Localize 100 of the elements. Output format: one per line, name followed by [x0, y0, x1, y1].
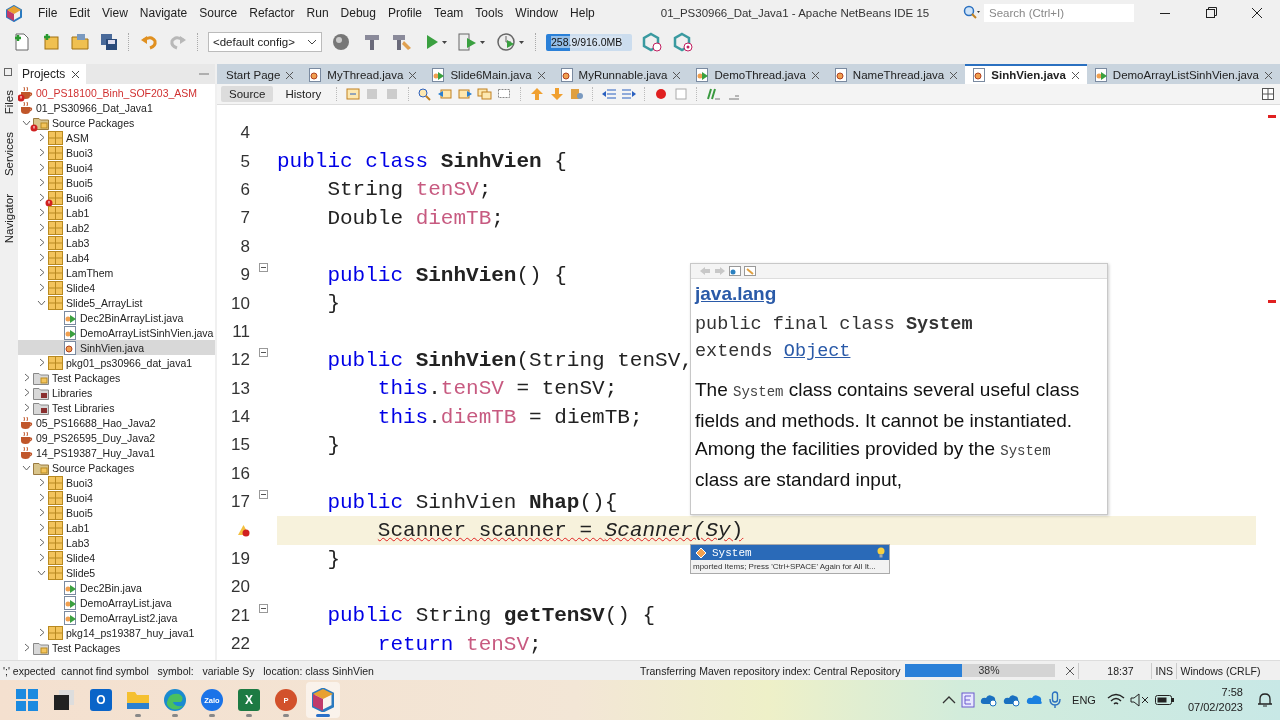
superclass-link[interactable]: Object [783, 341, 851, 362]
find-next-icon[interactable] [457, 87, 474, 101]
microphone-icon[interactable] [1049, 691, 1062, 709]
new-file-icon[interactable] [12, 32, 32, 52]
battery-icon[interactable] [1154, 694, 1175, 706]
side-tab[interactable]: Services [3, 128, 15, 181]
new-project-icon[interactable] [41, 32, 61, 52]
menu-item[interactable]: View [96, 6, 134, 20]
memory-indicator[interactable]: 258.9/916.0MB [546, 33, 632, 51]
tree-item[interactable]: Buoi3 [18, 475, 215, 490]
tree-item[interactable]: Lab1 [18, 205, 215, 220]
tree-item[interactable]: DemoArrayListSinhVien.java [18, 325, 215, 340]
close-icon[interactable] [71, 69, 81, 79]
debug-icon[interactable] [457, 32, 487, 52]
tree-item[interactable]: LamThem [18, 265, 215, 280]
tree-item[interactable]: Buoi4 [18, 490, 215, 505]
tree-item[interactable]: Source Packages [18, 115, 215, 130]
menu-item[interactable]: File [32, 6, 64, 20]
close-icon[interactable] [536, 70, 546, 80]
fold-icon[interactable] [259, 262, 268, 272]
tree-item[interactable]: Lab1 [18, 520, 215, 535]
tree-item[interactable]: 14_PS19387_Huy_Java1 [18, 445, 215, 460]
tree-item[interactable]: Test Packages [18, 640, 215, 655]
tree-item[interactable]: Buoi4 [18, 160, 215, 175]
tree-item[interactable]: Lab3 [18, 535, 215, 550]
editor-tab[interactable]: MyThread.java [301, 66, 425, 84]
menu-item[interactable]: Refactor [243, 6, 301, 20]
tree-item[interactable]: 09_PS26595_Duy_Java2 [18, 430, 215, 445]
profile-clock-icon[interactable] [641, 32, 663, 52]
editor-tab[interactable]: MyRunnable.java [552, 66, 689, 84]
completion-item[interactable]: System [691, 545, 889, 560]
menu-item[interactable]: Tools [469, 6, 510, 20]
close-icon[interactable] [949, 70, 959, 80]
shift-right-icon[interactable] [621, 87, 638, 101]
restore-window-icon[interactable] [4, 66, 14, 76]
shift-left-icon[interactable] [601, 87, 618, 101]
editor-tab[interactable]: DemoArrayListSinhVien.java [1086, 66, 1280, 84]
cancel-icon[interactable] [1065, 665, 1076, 676]
wifi-icon[interactable] [1106, 693, 1125, 707]
package-link[interactable]: java.lang [695, 283, 777, 304]
cloud-sync-icon[interactable] [980, 693, 999, 707]
toggle-highlight-icon[interactable] [477, 87, 494, 101]
tree-item[interactable]: ASM [18, 130, 215, 145]
language-indicator[interactable]: ENG [1072, 694, 1096, 706]
close-icon[interactable] [1070, 70, 1080, 80]
open-folder-icon[interactable] [70, 32, 90, 52]
tree-item[interactable]: Buoi3 [18, 145, 215, 160]
cloud-icon[interactable] [1026, 693, 1045, 707]
search-icon[interactable] [963, 5, 981, 21]
tree-item[interactable]: DemoArrayList.java [18, 595, 215, 610]
browser-icon[interactable] [729, 266, 741, 276]
save-all-icon[interactable] [99, 32, 119, 52]
search-field[interactable]: Search (Ctrl+I) [984, 4, 1134, 22]
tree-item[interactable]: Slide4 [18, 280, 215, 295]
view-tab[interactable]: Source [221, 86, 274, 102]
muted-speaker-icon[interactable] [1129, 693, 1150, 707]
editor-tab[interactable]: Start Page [219, 66, 302, 84]
editor-tab[interactable]: DemoThread.java [688, 66, 827, 84]
tree-item[interactable]: SinhVien.java [18, 340, 215, 355]
tree-item[interactable]: Slide4 [18, 550, 215, 565]
tree-item[interactable]: DemoArrayList2.java [18, 610, 215, 625]
taskbar-app[interactable]: X [232, 682, 266, 718]
error-icon[interactable] [237, 524, 250, 538]
notification-bell-icon[interactable] [1256, 691, 1274, 709]
tree-item[interactable]: 00_PS18100_Binh_SOF203_ASM [18, 85, 215, 100]
tree-item[interactable]: Buoi5 [18, 505, 215, 520]
fold-icon[interactable] [259, 490, 268, 500]
config-dropdown[interactable]: <default config> [208, 32, 322, 52]
tree-item[interactable]: Slide5_ArrayList [18, 295, 215, 310]
tree-item[interactable]: Slide5 [18, 565, 215, 580]
tree-item[interactable]: pkg14_ps19387_huy_java1 [18, 625, 215, 640]
menu-item[interactable]: Edit [63, 6, 97, 20]
tree-item[interactable]: Test Packages [18, 370, 215, 385]
menu-item[interactable]: Team [428, 6, 470, 20]
clock-date[interactable]: 07/02/2023 [1187, 700, 1243, 715]
menu-item[interactable]: Window [509, 6, 565, 20]
cloud-sync-icon[interactable] [1003, 693, 1022, 707]
editor-tab[interactable]: Slide6Main.java [424, 66, 553, 84]
tree-item[interactable]: Buoi6 [18, 190, 215, 205]
projects-tab[interactable]: Projects [18, 64, 87, 84]
tree-item[interactable]: Source Packages [18, 460, 215, 475]
close-icon[interactable] [672, 70, 682, 80]
hammer-icon[interactable] [362, 32, 382, 52]
close-icon[interactable] [1264, 70, 1273, 80]
tree-item[interactable]: pkg01_ps30966_dat_java1 [18, 355, 215, 370]
tree-item[interactable]: Buoi5 [18, 175, 215, 190]
profile-icon[interactable] [496, 32, 526, 52]
tree-item[interactable]: Test Libraries [18, 400, 215, 415]
tree-item[interactable]: 01_PS30966_Dat_Java1 [18, 100, 215, 115]
find-previous-icon[interactable] [437, 87, 454, 101]
split-icon[interactable] [1262, 88, 1274, 100]
tree-item[interactable]: Dec2Bin.java [18, 580, 215, 595]
menu-item[interactable]: Profile [382, 6, 428, 20]
menu-item[interactable]: Run [300, 6, 335, 20]
tree-item[interactable]: Lab4 [18, 250, 215, 265]
close-icon[interactable] [408, 70, 418, 80]
fold-icon[interactable] [259, 603, 268, 613]
taskbar-app[interactable]: O [84, 682, 118, 718]
view-tab[interactable]: History [277, 86, 330, 102]
comment-icon[interactable] [705, 87, 722, 101]
